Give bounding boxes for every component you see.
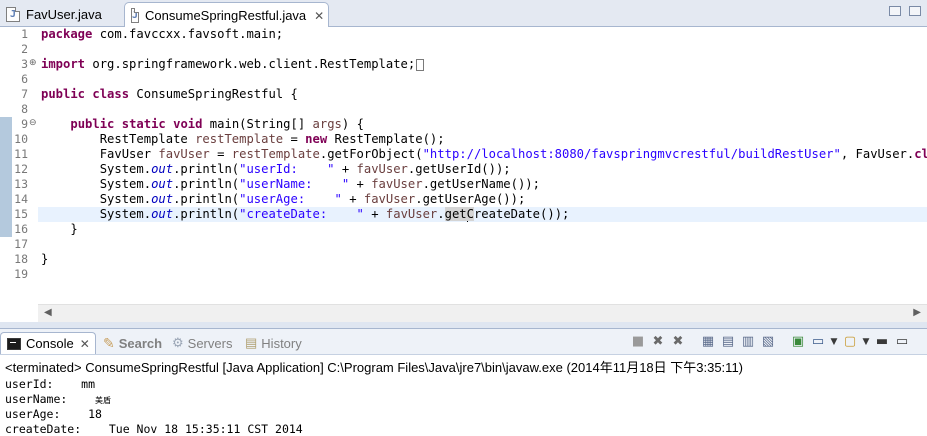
line-number: 16 [14, 222, 28, 236]
console-output[interactable]: <terminated> ConsumeSpringRestful [Java … [0, 355, 927, 436]
open-console-icon[interactable]: ▢ [842, 334, 858, 350]
tab-search[interactable]: ✎ Search [103, 332, 162, 354]
tab-consumespringrestful-java[interactable]: J ConsumeSpringRestful.java ✕ [124, 2, 329, 28]
remove-all-launches-icon[interactable]: ✖ [670, 334, 686, 350]
display-console-icon[interactable]: ▭ [810, 334, 826, 350]
chevron-down-icon[interactable]: ▼ [862, 334, 870, 350]
tab-label: ConsumeSpringRestful.java [145, 8, 307, 23]
code-line: public static void main(String[] args) { [70, 117, 364, 131]
scroll-left-icon[interactable]: ◀ [44, 307, 52, 318]
pin-console-icon[interactable]: ▣ [790, 334, 806, 350]
console-toolbar: ■ ✖ ✖ ▦ ▤ ▥ ▧ ▣ ▭ ▼ ▢ ▼ ▬ ▭ [630, 334, 914, 350]
line-number: 3 [21, 57, 28, 71]
tab-label: Console [26, 336, 74, 351]
terminate-icon[interactable]: ■ [630, 334, 646, 350]
tab-servers[interactable]: ⚙ Servers [172, 332, 232, 354]
fold-collapse-icon[interactable]: ⊖ [29, 118, 37, 128]
console-line: userId: mm [5, 377, 96, 391]
scroll-lock-icon[interactable]: ▤ [720, 334, 736, 350]
maximize-view-icon[interactable]: ▭ [894, 334, 910, 350]
line-number: 14 [14, 192, 28, 206]
code-line-current: System.out.println("createDate: " + favU… [41, 207, 570, 222]
servers-icon: ⚙ [172, 335, 184, 350]
tab-favuser-java[interactable]: J FavUser.java [0, 2, 121, 26]
line-number: 13 [14, 177, 28, 191]
code-line: package com.favccxx.favsoft.main; [41, 27, 284, 41]
code-line: import org.springframework.web.client.Re… [41, 57, 425, 72]
code-line: System.out.println("userName: " + favUse… [41, 177, 540, 191]
editor-tab-bar: J FavUser.java J ConsumeSpringRestful.ja… [0, 0, 927, 28]
fold-expand-icon[interactable]: ⊕ [29, 58, 37, 68]
history-icon: ▤ [245, 335, 258, 350]
terminated-status: <terminated> ConsumeSpringRestful [Java … [5, 360, 743, 375]
code-line: FavUser favUser = restTemplate.getForObj… [41, 147, 927, 161]
code-line: System.out.println("userId: " + favUser.… [41, 162, 511, 176]
word-wrap-icon[interactable]: ▧ [760, 334, 776, 350]
tab-console[interactable]: Console ✕ [0, 332, 96, 354]
close-icon[interactable]: ✕ [80, 337, 90, 351]
console-line: userName: 美盾 [5, 392, 112, 406]
line-number: 1 [21, 27, 28, 41]
clear-console-icon[interactable]: ▦ [700, 334, 716, 350]
view-tab-bar: Console ✕ ✎ Search ⚙ Servers ▤ History ■… [0, 328, 927, 355]
minimize-view-icon[interactable]: ▬ [874, 334, 890, 350]
line-number: 6 [21, 72, 28, 86]
line-number: 12 [14, 162, 28, 176]
show-on-output-icon[interactable]: ▥ [740, 334, 756, 350]
tab-history[interactable]: ▤ History [245, 332, 302, 354]
maximize-button[interactable] [909, 6, 921, 16]
tab-label: FavUser.java [26, 6, 102, 22]
java-file-icon: J [131, 8, 140, 23]
console-line: createDate: Tue Nov 18 15:35:11 CST 2014 [5, 422, 303, 436]
line-number: 18 [14, 252, 28, 266]
minimize-button[interactable] [889, 6, 901, 16]
search-icon: ✎ [103, 334, 115, 351]
line-number: 17 [14, 237, 28, 251]
line-number: 9 [21, 117, 28, 131]
line-number: 15 [14, 207, 28, 221]
console-icon [7, 337, 21, 350]
tab-label: Search [118, 335, 163, 351]
code-line: RestTemplate restTemplate = new RestTemp… [41, 132, 445, 146]
chevron-down-icon[interactable]: ▼ [830, 334, 838, 350]
code-line: } [41, 252, 49, 266]
scroll-right-icon[interactable]: ▶ [913, 307, 921, 318]
folded-imports-icon[interactable] [416, 58, 425, 71]
code-line: } [41, 222, 78, 236]
console-line: userAge: 18 [5, 407, 102, 421]
code-line: System.out.println("userAge: " + favUser… [41, 192, 526, 206]
horizontal-scrollbar[interactable]: ◀ ▶ [38, 304, 927, 322]
line-number: 2 [21, 42, 28, 56]
java-file-icon: J [6, 6, 20, 22]
code-line: public class ConsumeSpringRestful { [41, 87, 298, 101]
tab-label: History [261, 335, 302, 351]
close-icon[interactable]: ✕ [314, 9, 324, 23]
tab-label: Servers [187, 335, 233, 351]
line-number: 19 [14, 267, 28, 281]
line-number-ruler: 1 2 3 ⊕ 6 7 8 9 ⊖ 10 11 12 13 14 15 16 1… [0, 27, 38, 307]
code-editor[interactable]: 1 2 3 ⊕ 6 7 8 9 ⊖ 10 11 12 13 14 15 16 1… [0, 27, 927, 322]
remove-launch-icon[interactable]: ✖ [650, 334, 666, 350]
line-number: 8 [21, 102, 28, 116]
line-number: 10 [14, 132, 28, 146]
line-number: 11 [14, 147, 28, 161]
window-controls [889, 6, 921, 16]
line-number: 7 [21, 87, 28, 101]
